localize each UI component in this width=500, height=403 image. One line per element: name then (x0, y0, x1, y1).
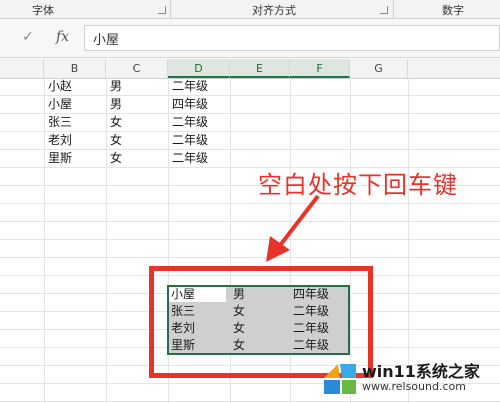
watermark-url: www.relsound.com (362, 380, 466, 393)
watermark: win11系统之家 www.relsound.com (320, 354, 500, 400)
windows-logo-icon (324, 364, 356, 394)
watermark-title: win11系统之家 (362, 362, 480, 381)
